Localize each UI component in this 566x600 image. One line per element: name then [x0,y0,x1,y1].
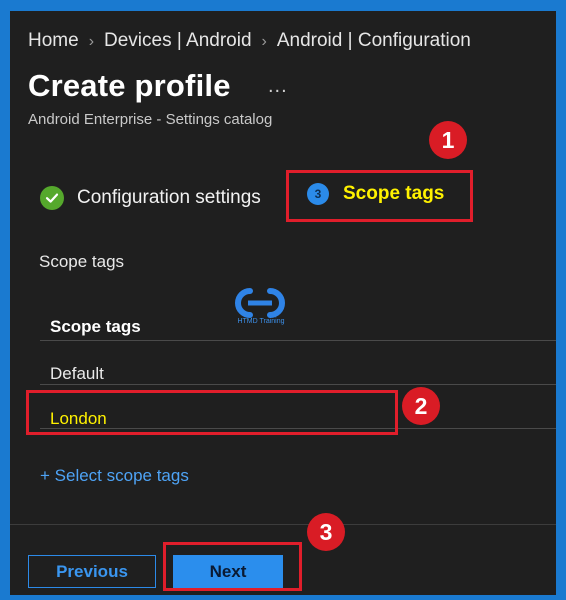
page-title: Create profile [28,68,231,103]
annotation-badge-2: 2 [402,387,440,425]
page-subtitle: Android Enterprise - Settings catalog [28,111,273,128]
select-scope-tags-link[interactable]: + Select scope tags [40,466,189,486]
step-label: Configuration settings [77,187,261,208]
footer-divider [10,524,556,525]
table-row-default[interactable]: Default [50,364,104,384]
step-configuration-settings[interactable]: Configuration settings [40,186,261,210]
breadcrumb-android-configuration[interactable]: Android | Configuration [277,30,471,51]
create-profile-pane: Home › Devices | Android › Android | Configu… [10,11,556,595]
next-button[interactable]: Next [173,555,283,588]
more-options-icon[interactable]: ... [268,75,288,98]
previous-button[interactable]: Previous [28,555,156,588]
table-divider [40,340,556,341]
step-label: Scope tags [343,183,445,204]
breadcrumb-separator: › [88,33,95,50]
breadcrumb: Home › Devices | Android › Android | Configu… [28,30,471,52]
breadcrumb-home[interactable]: Home [28,30,79,51]
highlight-box-london-row [26,390,398,435]
annotation-badge-3: 3 [307,513,345,551]
logo-text: HTMD Training [237,318,285,325]
step-scope-tags[interactable]: 3 Scope tags [307,183,444,205]
section-label: Scope tags [39,252,125,271]
breadcrumb-devices-android[interactable]: Devices | Android [104,30,252,51]
breadcrumb-separator: › [261,33,267,50]
step-number-badge: 3 [307,183,329,205]
table-divider [40,384,556,385]
annotation-badge-1: 1 [429,121,467,159]
checkmark-icon [40,186,64,210]
table-column-header[interactable]: Scope tags [50,317,141,337]
